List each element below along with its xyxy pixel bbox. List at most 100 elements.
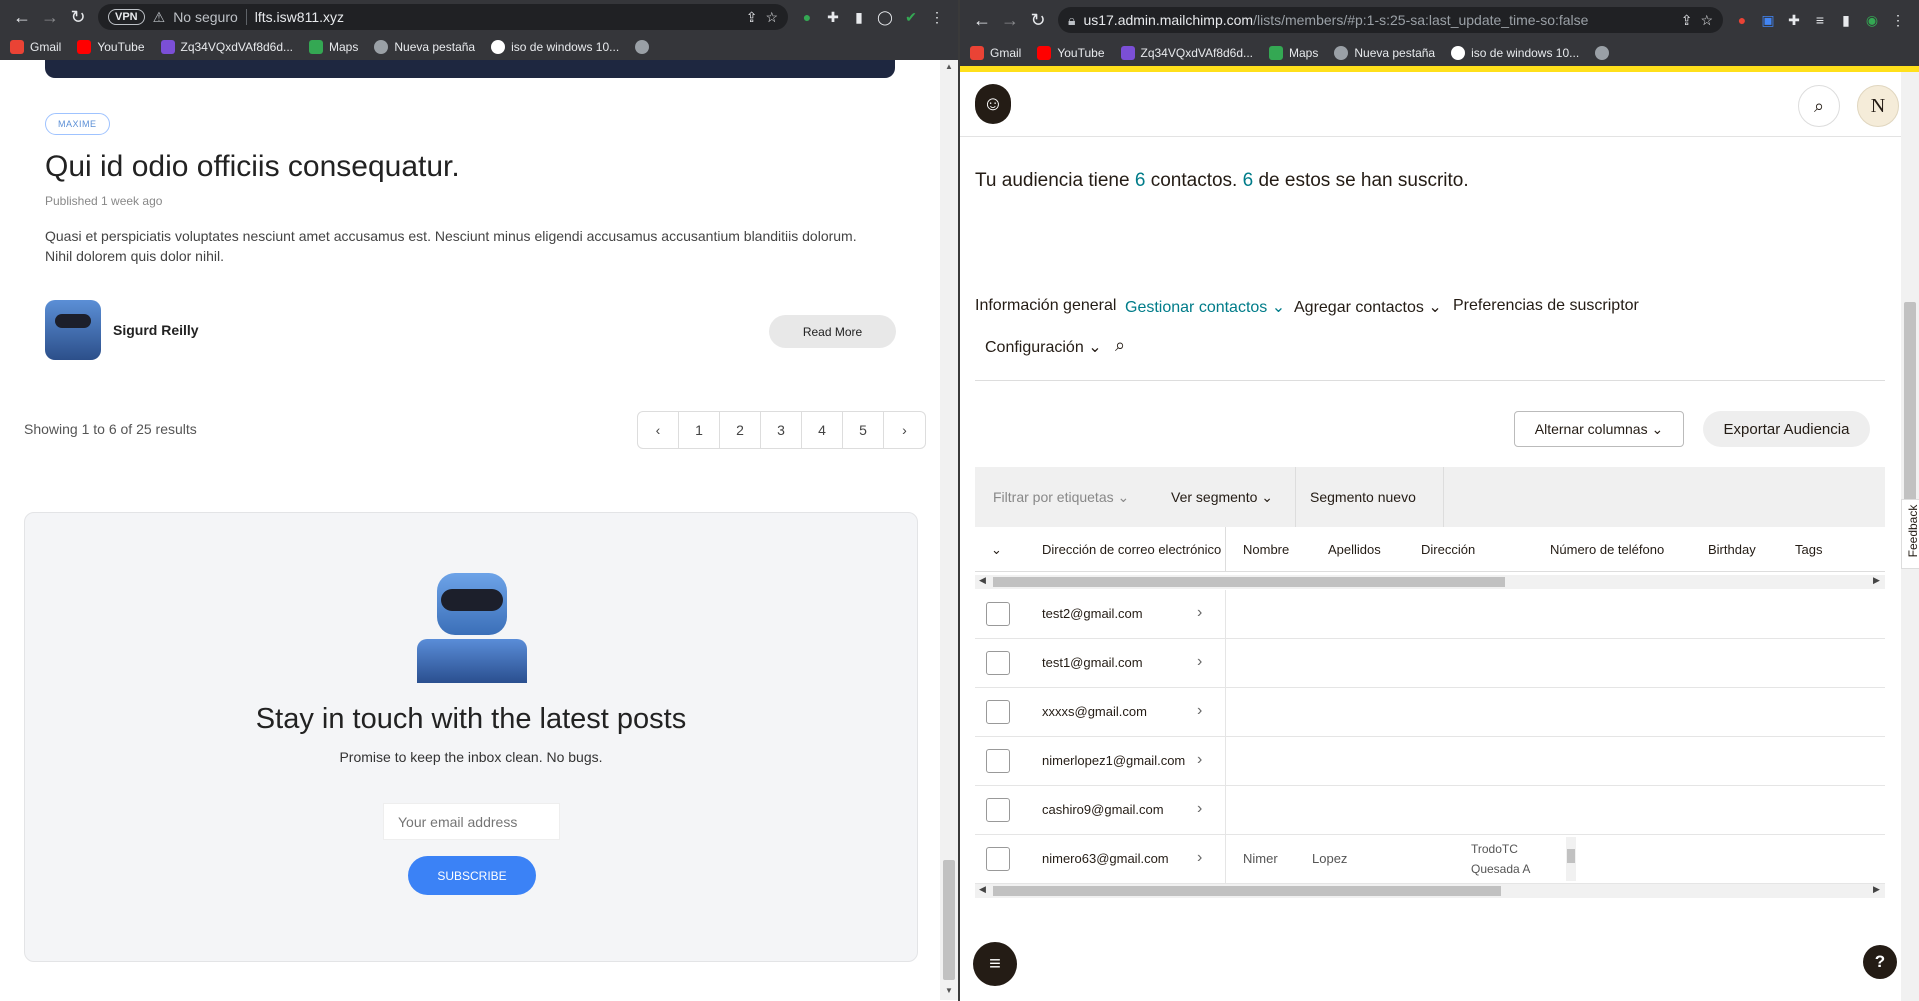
prev-page-button[interactable]: ‹ bbox=[638, 412, 679, 448]
search-icon[interactable]: ⌕ bbox=[1115, 335, 1125, 356]
page-2-button[interactable]: 2 bbox=[720, 412, 761, 448]
bookmark-new-tab[interactable]: Nueva pestaña bbox=[1334, 46, 1435, 60]
tab-manage-contacts[interactable]: Gestionar contactos ⌄ bbox=[1125, 297, 1285, 317]
bookmark-globe[interactable] bbox=[1595, 46, 1610, 60]
scroll-thumb[interactable] bbox=[993, 577, 1505, 587]
back-icon[interactable]: ← bbox=[968, 6, 996, 34]
extension-red-icon[interactable]: ● bbox=[1729, 7, 1755, 33]
table-hscroll-bottom[interactable]: ◀ ▶ bbox=[975, 884, 1885, 898]
share-icon[interactable]: ⇪ bbox=[746, 9, 758, 26]
subscribe-button[interactable]: SUBSCRIBE bbox=[408, 856, 536, 895]
profile-icon[interactable]: ◉ bbox=[1859, 7, 1885, 33]
page-4-button[interactable]: 4 bbox=[802, 412, 843, 448]
row-checkbox[interactable] bbox=[986, 700, 1010, 724]
bookmark-zq[interactable]: Zq34VQxdVAf8d6d... bbox=[1120, 46, 1253, 60]
bookmark-maps[interactable]: Maps bbox=[309, 40, 358, 54]
scroll-right-icon[interactable]: ▶ bbox=[1873, 884, 1880, 895]
row-checkbox[interactable] bbox=[986, 749, 1010, 773]
filter-tags-dropdown[interactable]: Filtrar por etiquetas ⌄ bbox=[993, 467, 1129, 527]
reload-icon[interactable]: ↻ bbox=[64, 3, 92, 31]
playlist-icon[interactable]: ≡ bbox=[1807, 7, 1833, 33]
sidepanel-icon[interactable]: ▮ bbox=[846, 4, 872, 30]
extension-lock-icon[interactable]: ● bbox=[794, 4, 820, 30]
back-icon[interactable]: ← bbox=[8, 3, 36, 31]
puzzle-icon[interactable]: ✚ bbox=[1781, 7, 1807, 33]
row-checkbox[interactable] bbox=[986, 847, 1010, 871]
table-row[interactable]: test2@gmail.com › bbox=[975, 590, 1885, 639]
row-email[interactable]: test2@gmail.com bbox=[1042, 606, 1143, 621]
contacts-count[interactable]: 6 bbox=[1135, 170, 1146, 191]
row-checkbox[interactable] bbox=[986, 798, 1010, 822]
hamburger-menu-button[interactable]: ≡ bbox=[973, 942, 1017, 986]
new-segment-button[interactable]: Segmento nuevo bbox=[1310, 467, 1416, 527]
table-hscroll-top[interactable]: ◀ ▶ bbox=[975, 575, 1885, 589]
row-email[interactable]: nimero63@gmail.com bbox=[1042, 851, 1169, 866]
star-icon[interactable]: ☆ bbox=[1700, 12, 1713, 29]
address-bar[interactable]: VPN ⚠ No seguro lfts.isw811.xyz ⇪ ☆ bbox=[98, 4, 788, 30]
export-audience-button[interactable]: Exportar Audiencia bbox=[1703, 411, 1870, 447]
column-last-name[interactable]: Apellidos bbox=[1328, 527, 1381, 572]
bookmark-new-tab[interactable]: Nueva pestaña bbox=[374, 40, 475, 54]
page-5-button[interactable]: 5 bbox=[843, 412, 884, 448]
column-email[interactable]: Dirección de correo electrónico bbox=[1042, 527, 1221, 572]
next-page-button[interactable]: › bbox=[884, 412, 925, 448]
row-email[interactable]: nimerlopez1@gmail.com bbox=[1042, 753, 1185, 768]
tab-add-contacts[interactable]: Agregar contactos ⌄ bbox=[1294, 297, 1442, 317]
tab-subscriber-prefs[interactable]: Preferencias de suscriptor bbox=[1453, 297, 1639, 315]
column-address[interactable]: Dirección bbox=[1421, 527, 1475, 572]
table-row[interactable]: cashiro9@gmail.com › bbox=[975, 786, 1885, 835]
page-1-button[interactable]: 1 bbox=[679, 412, 720, 448]
table-row[interactable]: xxxxs@gmail.com › bbox=[975, 688, 1885, 737]
avatar[interactable]: N bbox=[1857, 85, 1899, 127]
row-checkbox[interactable] bbox=[986, 602, 1010, 626]
row-checkbox[interactable] bbox=[986, 651, 1010, 675]
shield-check-icon[interactable]: ✔ bbox=[898, 4, 924, 30]
left-scrollbar[interactable]: ▲ ▼ bbox=[940, 60, 958, 1000]
forward-icon[interactable]: → bbox=[996, 6, 1024, 34]
menu-dots-icon[interactable]: ⋮ bbox=[924, 4, 950, 30]
chevron-right-icon[interactable]: › bbox=[1197, 653, 1202, 671]
tab-general[interactable]: Información general bbox=[975, 297, 1116, 315]
chevron-right-icon[interactable]: › bbox=[1197, 849, 1202, 867]
scroll-left-icon[interactable]: ◀ bbox=[979, 884, 986, 895]
subscribed-count[interactable]: 6 bbox=[1243, 170, 1254, 191]
address-scrollbar[interactable] bbox=[1566, 837, 1576, 881]
profile-icon[interactable]: ◯ bbox=[872, 4, 898, 30]
forward-icon[interactable]: → bbox=[36, 3, 64, 31]
scroll-down-icon[interactable]: ▼ bbox=[940, 986, 958, 995]
menu-dots-icon[interactable]: ⋮ bbox=[1885, 7, 1911, 33]
star-icon[interactable]: ☆ bbox=[765, 9, 778, 26]
table-row[interactable]: nimerlopez1@gmail.com › bbox=[975, 737, 1885, 786]
scroll-left-icon[interactable]: ◀ bbox=[979, 575, 986, 586]
column-birthday[interactable]: Birthday bbox=[1708, 527, 1756, 572]
bookmark-iso[interactable]: iso de windows 10... bbox=[1451, 46, 1579, 60]
translate-icon[interactable]: ▣ bbox=[1755, 7, 1781, 33]
column-first-name[interactable]: Nombre bbox=[1243, 527, 1289, 572]
bookmark-youtube[interactable]: YouTube bbox=[1037, 46, 1105, 60]
scroll-up-icon[interactable]: ▲ bbox=[940, 62, 958, 71]
chevron-right-icon[interactable]: › bbox=[1197, 800, 1202, 818]
row-email[interactable]: xxxxs@gmail.com bbox=[1042, 704, 1147, 719]
row-email[interactable]: test1@gmail.com bbox=[1042, 655, 1143, 670]
bookmark-maps[interactable]: Maps bbox=[1269, 46, 1318, 60]
read-more-button[interactable]: Read More bbox=[769, 315, 896, 348]
chevron-right-icon[interactable]: › bbox=[1197, 751, 1202, 769]
share-icon[interactable]: ⇪ bbox=[1681, 12, 1693, 29]
column-tags[interactable]: Tags bbox=[1795, 527, 1822, 572]
post-title[interactable]: Qui id odio officiis consequatur. bbox=[45, 150, 460, 184]
bookmark-zq[interactable]: Zq34VQxdVAf8d6d... bbox=[160, 40, 293, 54]
bookmark-globe[interactable] bbox=[635, 40, 650, 54]
bookmark-gmail[interactable]: Gmail bbox=[970, 46, 1021, 60]
scroll-thumb[interactable] bbox=[943, 860, 955, 980]
row-email[interactable]: cashiro9@gmail.com bbox=[1042, 802, 1164, 817]
search-icon[interactable]: ⌕ bbox=[1798, 85, 1840, 127]
sidepanel-icon[interactable]: ▮ bbox=[1833, 7, 1859, 33]
address-bar[interactable]: 🔒︎ us17.admin.mailchimp.com/lists/member… bbox=[1058, 7, 1723, 33]
toggle-columns-button[interactable]: Alternar columnas ⌄ bbox=[1514, 411, 1684, 447]
bookmark-iso[interactable]: iso de windows 10... bbox=[491, 40, 619, 54]
page-3-button[interactable]: 3 bbox=[761, 412, 802, 448]
segment-dropdown[interactable]: Ver segmento ⌄ bbox=[1171, 467, 1273, 527]
bookmark-gmail[interactable]: Gmail bbox=[10, 40, 61, 54]
newsletter-email-input[interactable] bbox=[383, 803, 560, 840]
category-badge[interactable]: MAXIME bbox=[45, 113, 110, 135]
